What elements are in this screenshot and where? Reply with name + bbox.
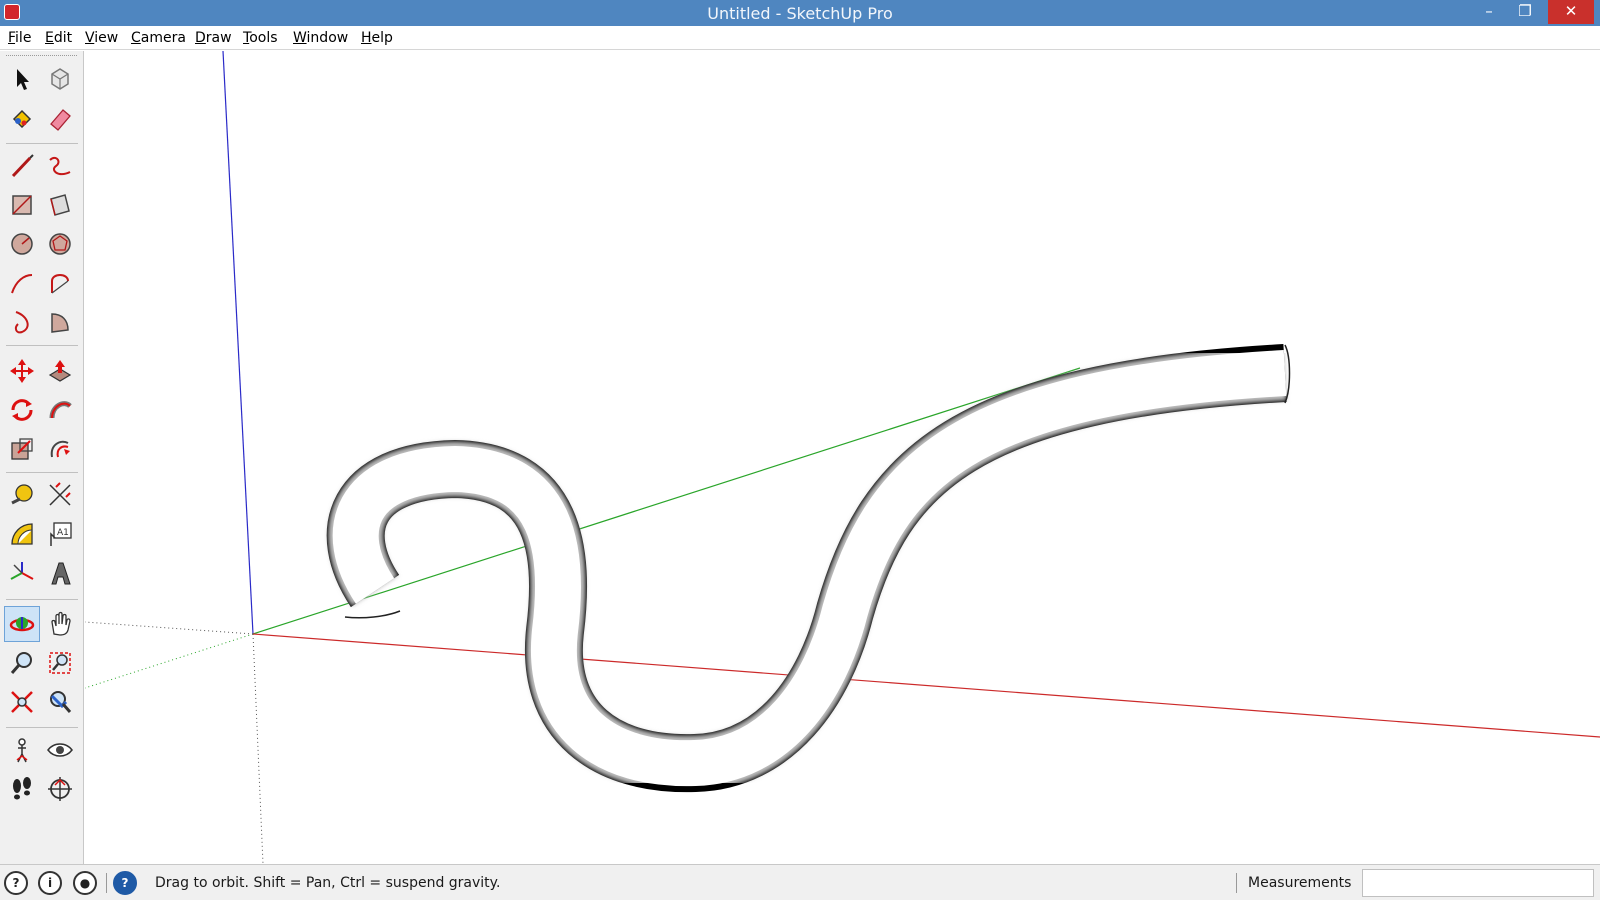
section-plane-icon[interactable] <box>42 771 78 807</box>
three-point-arc-icon[interactable] <box>4 304 40 340</box>
paint-bucket-icon[interactable] <box>4 101 40 137</box>
red-axis <box>252 633 1600 738</box>
minimize-button[interactable]: – <box>1472 0 1506 24</box>
menu-bar: File Edit View Camera Draw Tools Window … <box>0 26 1600 50</box>
instructor-help-icon[interactable]: ? <box>113 871 137 895</box>
toolbar-separator <box>6 599 78 600</box>
line-tool-icon[interactable] <box>4 148 40 184</box>
geo-location-icon[interactable]: ? <box>4 871 28 895</box>
toolbar-grip[interactable] <box>6 55 77 58</box>
menu-camera[interactable]: Camera <box>131 30 186 46</box>
rotate-tool-icon[interactable] <box>4 392 40 428</box>
make-component-icon[interactable] <box>42 61 78 97</box>
menu-edit[interactable]: Edit <box>45 30 72 46</box>
zoom-tool-icon[interactable] <box>4 645 40 681</box>
red-axis-negative <box>85 621 254 635</box>
rotated-rectangle-icon[interactable] <box>42 187 78 223</box>
credits-icon[interactable]: i <box>38 871 62 895</box>
previous-view-icon[interactable] <box>42 684 78 720</box>
tape-measure-icon[interactable] <box>4 477 40 513</box>
pan-tool-icon[interactable] <box>42 606 78 642</box>
polygon-tool-icon[interactable] <box>42 226 78 262</box>
toolbar-separator <box>6 727 78 728</box>
green-axis-negative <box>85 633 254 689</box>
user-account-icon[interactable]: ● <box>73 871 97 895</box>
orbit-tool-icon[interactable] <box>4 606 40 642</box>
svg-text:A1: A1 <box>57 528 69 538</box>
menu-help[interactable]: Help <box>361 30 393 46</box>
walk-tool-icon[interactable] <box>4 771 40 807</box>
circle-tool-icon[interactable] <box>4 226 40 262</box>
status-message: Drag to orbit. Shift = Pan, Ctrl = suspe… <box>155 875 501 891</box>
model-canvas[interactable] <box>85 51 1600 864</box>
freehand-tool-icon[interactable] <box>42 148 78 184</box>
scale-tool-icon[interactable] <box>4 431 40 467</box>
close-button[interactable]: ✕ <box>1548 0 1594 24</box>
3d-text-icon[interactable] <box>42 555 78 591</box>
pie-tool-icon[interactable] <box>42 304 78 340</box>
offset-tool-icon[interactable] <box>42 431 78 467</box>
title-bar: Untitled - SketchUp Pro – ❐ ✕ <box>0 0 1600 26</box>
measurements-label: Measurements <box>1248 875 1352 891</box>
toolbar-separator <box>6 345 78 346</box>
restore-button[interactable]: ❐ <box>1508 0 1542 24</box>
dimension-tool-icon[interactable] <box>42 477 78 513</box>
two-point-arc-icon[interactable] <box>42 265 78 301</box>
rectangle-tool-icon[interactable] <box>4 187 40 223</box>
zoom-window-icon[interactable] <box>42 645 78 681</box>
menu-view[interactable]: View <box>85 30 118 46</box>
toolbar-separator <box>6 143 78 144</box>
window-title: Untitled - SketchUp Pro <box>707 4 893 23</box>
axes-tool-icon[interactable] <box>4 555 40 591</box>
look-around-icon[interactable] <box>42 732 78 768</box>
measurements-input[interactable] <box>1362 869 1594 897</box>
swept-tube-model[interactable] <box>326 344 1291 793</box>
status-divider <box>1236 873 1237 893</box>
drawing-area[interactable] <box>85 51 1600 864</box>
toolbar-separator <box>6 472 78 473</box>
text-tool-icon[interactable]: A1 <box>42 516 78 552</box>
menu-draw[interactable]: Draw <box>195 30 232 46</box>
menu-tools[interactable]: Tools <box>243 30 278 46</box>
blue-axis <box>222 51 254 635</box>
arc-tool-icon[interactable] <box>4 265 40 301</box>
blue-axis-negative <box>252 633 264 864</box>
position-camera-icon[interactable] <box>4 732 40 768</box>
menu-file[interactable]: File <box>8 30 31 46</box>
select-tool-icon[interactable] <box>4 61 40 97</box>
status-divider <box>106 873 107 893</box>
status-bar: ? i ● ? Drag to orbit. Shift = Pan, Ctrl… <box>0 864 1600 900</box>
zoom-extents-icon[interactable] <box>4 684 40 720</box>
large-tool-set: A1 <box>0 51 84 864</box>
menu-window[interactable]: Window <box>293 30 348 46</box>
eraser-icon[interactable] <box>42 101 78 137</box>
protractor-icon[interactable] <box>4 516 40 552</box>
push-pull-icon[interactable] <box>42 353 78 389</box>
follow-me-icon[interactable] <box>42 392 78 428</box>
move-tool-icon[interactable] <box>4 353 40 389</box>
